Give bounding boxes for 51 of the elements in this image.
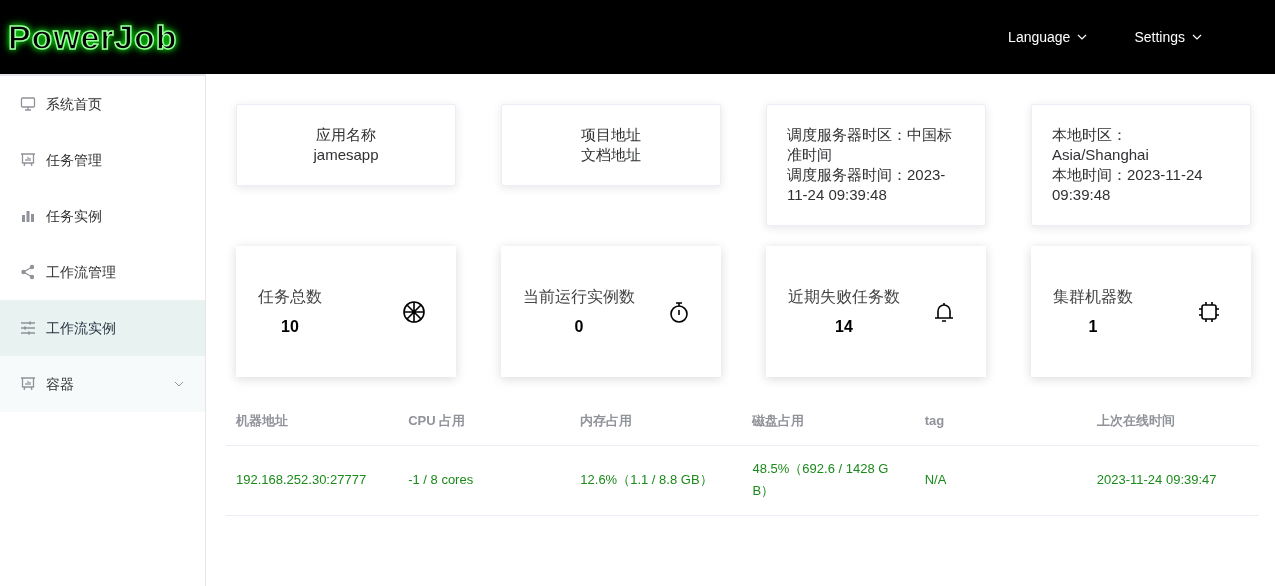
info-text: 调度服务器时区：中国标准时间 xyxy=(787,125,953,165)
column-header: 上次在线时间 xyxy=(1086,397,1259,445)
sidebar-item-label: 工作流实例 xyxy=(46,318,116,338)
share-icon xyxy=(20,264,36,280)
presentation-icon xyxy=(20,152,36,168)
info-text: 文档地址 xyxy=(581,145,641,165)
sidebar-item[interactable]: 系统首页 xyxy=(0,76,205,132)
info-text: 本地时区：Asia/Shanghai xyxy=(1052,125,1150,165)
sidebar-item-label: 任务实例 xyxy=(46,206,102,226)
info-text: 应用名称 xyxy=(316,125,376,145)
wheel-icon xyxy=(402,299,426,324)
column-header: CPU 占用 xyxy=(398,397,571,445)
table-cell: 192.168.252.30:27777 xyxy=(226,445,399,515)
stat-label: 近期失败任务数 xyxy=(788,286,900,307)
bar-chart-icon xyxy=(20,208,36,224)
column-header: tag xyxy=(914,397,1087,445)
sidebar-item-label: 任务管理 xyxy=(46,150,102,170)
sidebar-item-label: 系统首页 xyxy=(46,94,102,114)
sidebar-item[interactable]: 工作流管理 xyxy=(0,244,205,300)
stat-value: 14 xyxy=(835,316,853,337)
sidebar-item[interactable]: 任务管理 xyxy=(0,132,205,188)
sidebar-item[interactable]: 工作流实例 xyxy=(0,300,205,356)
sidebar-item[interactable]: 任务实例 xyxy=(0,188,205,244)
stat-label: 当前运行实例数 xyxy=(523,286,635,307)
chip-icon xyxy=(1197,299,1221,324)
presentation-icon xyxy=(20,376,36,392)
stopwatch-icon xyxy=(667,299,691,324)
menu-dropdown[interactable]: Language xyxy=(1008,26,1089,48)
table-cell: -1 / 8 cores xyxy=(398,445,571,515)
sidebar-item[interactable]: 容器 xyxy=(0,356,205,412)
info-text: 项目地址 xyxy=(581,125,641,145)
column-header: 磁盘占用 xyxy=(742,397,915,445)
stat-value: 1 xyxy=(1088,316,1098,337)
stat-label: 集群机器数 xyxy=(1053,286,1133,307)
table-cell: 12.6%（1.1 / 8.8 GB） xyxy=(570,445,743,515)
table-cell: N/A xyxy=(914,445,1087,515)
info-text: 调度服务器时间：2023-11-24 09:39:48 xyxy=(787,165,947,205)
column-header: 内存占用 xyxy=(570,397,743,445)
sidebar-item-label: 工作流管理 xyxy=(46,262,116,282)
menu-dropdown[interactable]: Settings xyxy=(1134,26,1203,48)
stat-value: 0 xyxy=(574,316,584,337)
table-cell: 2023-11-24 09:39:47 xyxy=(1086,445,1259,515)
table-cell: 48.5%（692.6 / 1428 GB） xyxy=(742,445,915,515)
sidebar-item-label: 容器 xyxy=(46,374,74,394)
stat-value: 10 xyxy=(281,316,299,337)
column-header: 机器地址 xyxy=(226,397,399,445)
monitor-icon xyxy=(20,96,36,112)
info-text: 本地时间：2023-11-24 09:39:48 xyxy=(1052,165,1204,205)
sliders-icon xyxy=(20,320,36,336)
info-text: jamesapp xyxy=(313,145,379,165)
stat-label: 任务总数 xyxy=(258,286,322,307)
